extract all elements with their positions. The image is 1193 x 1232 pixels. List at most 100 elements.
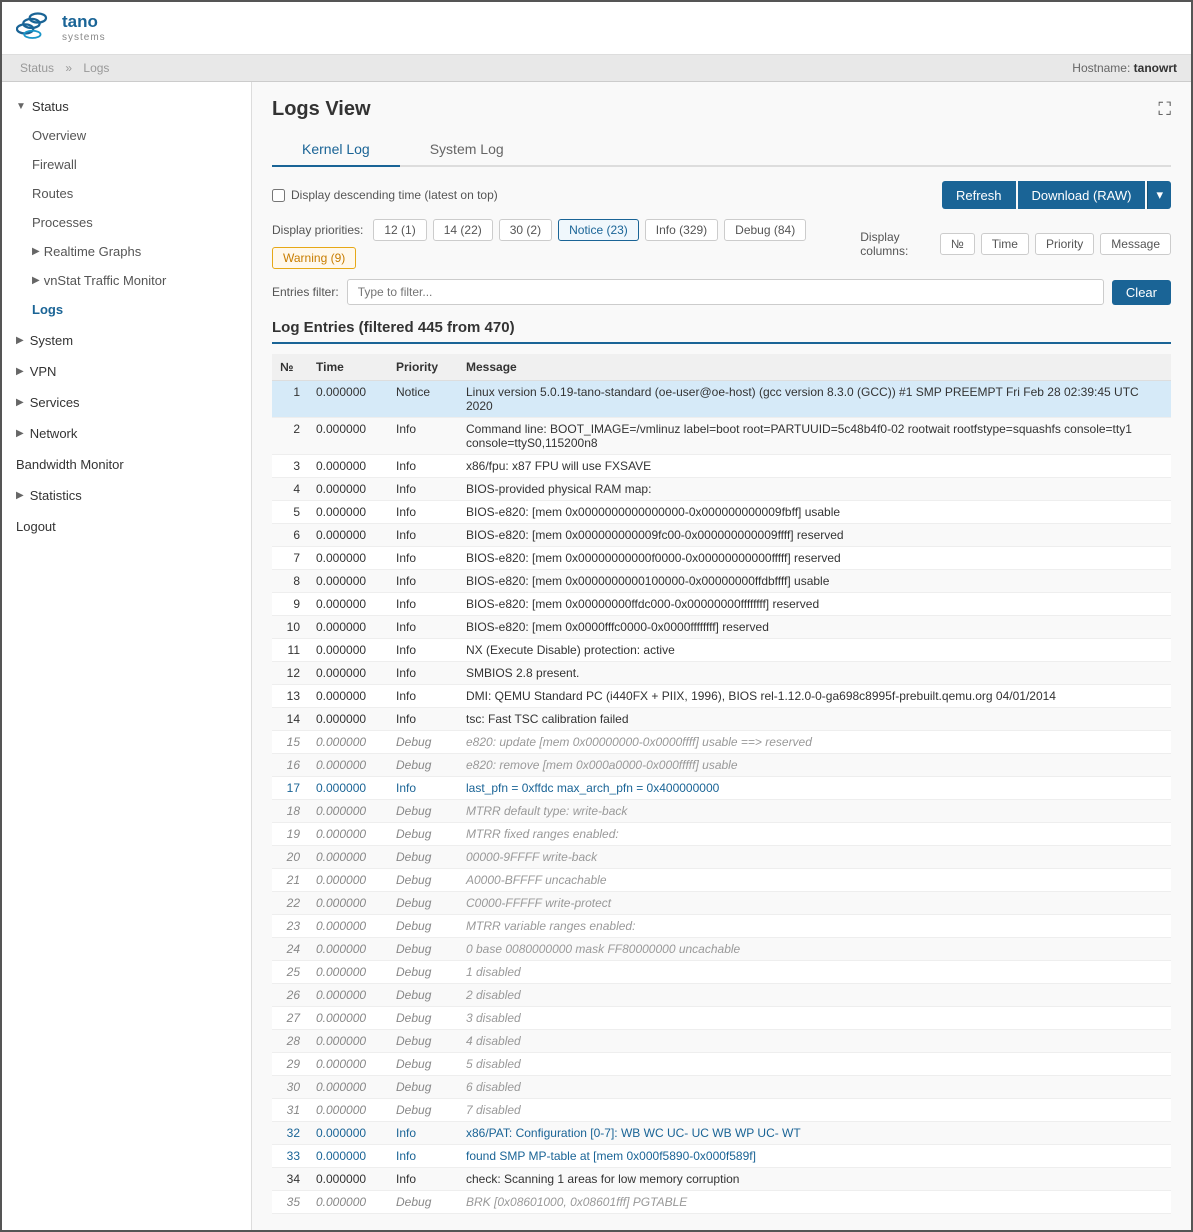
cell-num: 1	[272, 381, 308, 418]
sidebar-item-overview[interactable]: Overview	[2, 121, 251, 150]
sidebar-item-routes[interactable]: Routes	[2, 179, 251, 208]
sidebar-section-header-statistics[interactable]: ▶ Statistics	[2, 481, 251, 510]
columns-right: Display columns: № Time Priority Message	[860, 230, 1171, 258]
arrow-right-icon: ▶	[32, 246, 40, 257]
tab-kernel-log[interactable]: Kernel Log	[272, 133, 400, 167]
cell-num: 12	[272, 662, 308, 685]
checkbox-label-text: Display descending time (latest on top)	[291, 188, 498, 202]
table-row: 210.000000DebugA0000-BFFFF uncachable	[272, 869, 1171, 892]
sidebar-item-logout[interactable]: Logout	[2, 512, 251, 541]
sidebar-item-processes[interactable]: Processes	[2, 208, 251, 237]
cell-priority: Debug	[388, 1007, 458, 1030]
cell-priority: Info	[388, 478, 458, 501]
priority-btn-14[interactable]: 14 (22)	[433, 219, 493, 241]
cell-time: 0.000000	[308, 478, 388, 501]
sidebar-item-vnstat[interactable]: ▶vnStat Traffic Monitor	[2, 266, 251, 295]
cell-num: 9	[272, 593, 308, 616]
filter-input[interactable]	[347, 279, 1104, 305]
cell-num: 29	[272, 1053, 308, 1076]
sidebar-item-realtime-graphs[interactable]: ▶Realtime Graphs	[2, 237, 251, 266]
sidebar-section-header-services[interactable]: ▶ Services	[2, 388, 251, 417]
cell-time: 0.000000	[308, 593, 388, 616]
table-row: 350.000000DebugBRK [0x08601000, 0x08601f…	[272, 1191, 1171, 1214]
priority-btn-notice[interactable]: Notice (23)	[558, 219, 639, 241]
cell-time: 0.000000	[308, 777, 388, 800]
table-row: 120.000000InfoSMBIOS 2.8 present.	[272, 662, 1171, 685]
table-row: 300.000000Debug6 disabled	[272, 1076, 1171, 1099]
col-btn-time[interactable]: Time	[981, 233, 1029, 255]
priority-btn-30[interactable]: 30 (2)	[499, 219, 552, 241]
table-row: 180.000000DebugMTRR default type: write-…	[272, 800, 1171, 823]
clear-button[interactable]: Clear	[1112, 280, 1171, 305]
cell-message: BIOS-e820: [mem 0x0000000000100000-0x000…	[458, 570, 1171, 593]
arrow-down-icon: ▼	[16, 101, 26, 112]
sidebar-section-system: ▶ System	[2, 326, 251, 355]
sidebar-section-header-network[interactable]: ▶ Network	[2, 419, 251, 448]
cell-time: 0.000000	[308, 501, 388, 524]
cell-time: 0.000000	[308, 1007, 388, 1030]
col-btn-message[interactable]: Message	[1100, 233, 1171, 255]
arrow-right-vpn-icon: ▶	[16, 366, 24, 377]
priority-btn-debug[interactable]: Debug (84)	[724, 219, 806, 241]
cell-time: 0.000000	[308, 1168, 388, 1191]
filter-label: Entries filter:	[272, 285, 339, 299]
cell-message: check: Scanning 1 areas for low memory c…	[458, 1168, 1171, 1191]
cell-message: e820: update [mem 0x00000000-0x0000ffff]…	[458, 731, 1171, 754]
log-section-title: Log Entries (filtered 445 from 470)	[272, 319, 1171, 344]
cell-time: 0.000000	[308, 800, 388, 823]
download-button[interactable]: Download (RAW)	[1018, 181, 1146, 209]
cell-message: A0000-BFFFF uncachable	[458, 869, 1171, 892]
cell-priority: Debug	[388, 1076, 458, 1099]
cell-priority: Info	[388, 1168, 458, 1191]
sidebar-section-vpn: ▶ VPN	[2, 357, 251, 386]
priority-btn-warning[interactable]: Warning (9)	[272, 247, 356, 269]
download-dropdown-button[interactable]: ▾	[1147, 181, 1171, 209]
col-btn-num[interactable]: №	[940, 233, 975, 255]
cell-priority: Info	[388, 1145, 458, 1168]
cell-num: 31	[272, 1099, 308, 1122]
cell-time: 0.000000	[308, 731, 388, 754]
sidebar-section-header-vpn[interactable]: ▶ VPN	[2, 357, 251, 386]
sidebar-section-label-network: Network	[30, 426, 78, 441]
cell-time: 0.000000	[308, 846, 388, 869]
table-row: 320.000000Infox86/PAT: Configuration [0-…	[272, 1122, 1171, 1145]
refresh-button[interactable]: Refresh	[942, 181, 1016, 209]
sidebar-section-network: ▶ Network	[2, 419, 251, 448]
sidebar-section-logout: Logout	[2, 512, 251, 541]
cell-num: 3	[272, 455, 308, 478]
priority-btn-12[interactable]: 12 (1)	[373, 219, 426, 241]
sidebar-section-header-bandwidth[interactable]: Bandwidth Monitor	[2, 450, 251, 479]
cell-num: 25	[272, 961, 308, 984]
cell-time: 0.000000	[308, 685, 388, 708]
sidebar-section-header-status[interactable]: ▼ Status	[2, 92, 251, 121]
priority-btn-info[interactable]: Info (329)	[645, 219, 718, 241]
sidebar-item-firewall[interactable]: Firewall	[2, 150, 251, 179]
th-message: Message	[458, 354, 1171, 381]
cell-priority: Info	[388, 524, 458, 547]
cell-priority: Debug	[388, 892, 458, 915]
sidebar-section-label-system: System	[30, 333, 73, 348]
sidebar-item-logs[interactable]: Logs	[2, 295, 251, 324]
cell-time: 0.000000	[308, 915, 388, 938]
cell-time: 0.000000	[308, 570, 388, 593]
arrow-right-stats-icon: ▶	[16, 490, 24, 501]
table-row: 200.000000Debug00000-9FFFF write-back	[272, 846, 1171, 869]
cell-num: 16	[272, 754, 308, 777]
cell-time: 0.000000	[308, 961, 388, 984]
col-btn-priority[interactable]: Priority	[1035, 233, 1094, 255]
breadcrumb-logs: Logs	[83, 61, 109, 75]
descending-time-checkbox-label[interactable]: Display descending time (latest on top)	[272, 188, 498, 202]
breadcrumb-status[interactable]: Status	[20, 61, 54, 75]
sidebar-section-header-system[interactable]: ▶ System	[2, 326, 251, 355]
logo-text: tano systems	[62, 13, 106, 43]
cell-priority: Notice	[388, 381, 458, 418]
cell-num: 28	[272, 1030, 308, 1053]
cell-priority: Info	[388, 570, 458, 593]
cell-num: 14	[272, 708, 308, 731]
cell-num: 6	[272, 524, 308, 547]
descending-time-checkbox[interactable]	[272, 189, 285, 202]
cell-message: SMBIOS 2.8 present.	[458, 662, 1171, 685]
fullscreen-button[interactable]: ⛶	[1158, 99, 1171, 120]
tab-system-log[interactable]: System Log	[400, 133, 534, 167]
filter-row: Entries filter: Clear	[272, 279, 1171, 305]
